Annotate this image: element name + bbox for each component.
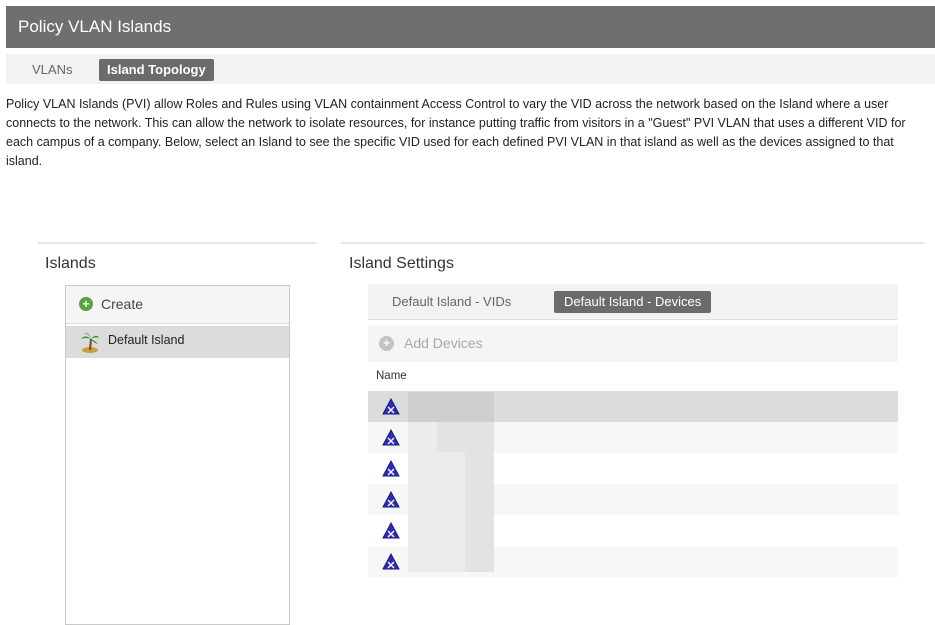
tab-vlans[interactable]: VLANs — [24, 59, 80, 81]
main-tab-bar: VLANs Island Topology — [6, 54, 935, 84]
create-label: Create — [101, 296, 144, 312]
column-header-name[interactable]: Name — [376, 370, 407, 382]
islands-heading: Islands — [45, 255, 96, 272]
device-icon — [382, 522, 400, 539]
device-icon — [382, 491, 400, 508]
add-devices-button[interactable]: + Add Devices — [368, 325, 898, 362]
add-devices-label: Add Devices — [404, 335, 483, 351]
window-title: Policy VLAN Islands — [6, 6, 935, 48]
tab-default-island-vids[interactable]: Default Island - VIDs — [382, 291, 521, 313]
palm-tree-icon — [81, 332, 99, 353]
divider — [38, 242, 316, 244]
islands-list-panel: + Create Default Island — [65, 285, 290, 625]
device-icon — [382, 429, 400, 446]
device-icon — [382, 553, 400, 570]
island-settings-heading: Island Settings — [349, 255, 454, 272]
add-icon: + — [379, 336, 394, 351]
redacted-area — [465, 422, 494, 572]
redacted-area — [437, 452, 465, 572]
add-icon: + — [79, 297, 93, 311]
redacted-area — [408, 422, 437, 572]
tab-island-topology[interactable]: Island Topology — [99, 59, 214, 81]
island-item-default[interactable]: Default Island — [66, 326, 289, 358]
tab-default-island-devices[interactable]: Default Island - Devices — [554, 291, 712, 313]
redacted-area — [437, 422, 465, 452]
island-settings-tab-bar: Default Island - VIDs Default Island - D… — [368, 284, 898, 320]
island-item-label: Default Island — [108, 333, 185, 347]
create-island-button[interactable]: + Create — [66, 286, 289, 324]
redacted-area — [408, 392, 494, 422]
description-text: Policy VLAN Islands (PVI) allow Roles an… — [6, 97, 906, 168]
device-icon — [382, 460, 400, 477]
device-icon — [382, 398, 400, 415]
divider — [341, 242, 924, 244]
